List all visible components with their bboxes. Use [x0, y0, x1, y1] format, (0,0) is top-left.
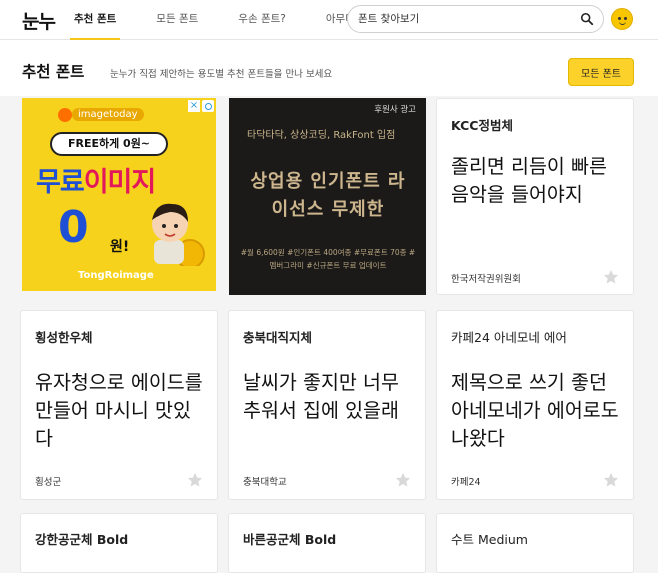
font-card[interactable]: 횡성한우체 유자청으로 에이드를 만들어 마시니 맛있다 횡성군	[20, 310, 218, 500]
ad-pill-text: FREE하게 0원~	[50, 132, 168, 156]
font-name: 바른공군체 Bold	[243, 532, 337, 547]
ad2-hashtags: #월 6,600원 #인기폰트 400여종 #무료폰트 70종 #멤버그라미 #…	[240, 248, 416, 270]
font-name: 횡성한우체	[35, 330, 93, 345]
ad-brand-footer: TongRoimage	[78, 270, 154, 281]
ad2-line1: 타닥타닥, 상상코딩, RakFont 입점	[247, 130, 396, 141]
ad-banner-imagetoday[interactable]: imagetoday × FREE하게 0원~ 무료이미지 0 원! TongR…	[22, 98, 216, 291]
section-header: 추천 폰트 눈누가 직접 제안하는 용도별 추천 폰트들을 만나 보세요 모든 …	[0, 40, 658, 96]
font-name: 카페24 아네모네 에어	[451, 330, 567, 345]
ad-headline-free: 무료	[36, 167, 85, 198]
font-card[interactable]: 수트 Medium	[436, 513, 634, 573]
font-card[interactable]: 바른공군체 Bold	[228, 513, 426, 573]
font-maker: 카페24	[451, 477, 481, 488]
adchoices-icon[interactable]	[202, 100, 214, 112]
nav-handwriting-fonts[interactable]: 우손 폰트?	[234, 0, 290, 40]
star-icon[interactable]	[395, 472, 411, 488]
top-bar: 눈누 추천 폰트 모든 폰트 우손 폰트? 아무디자인	[0, 0, 658, 40]
ad-banner-rakfont[interactable]: 후원사 광고 타닥타닥, 상상코딩, RakFont 입점 상업용 인기폰트 라…	[229, 98, 426, 295]
all-fonts-button[interactable]: 모든 폰트	[568, 58, 634, 86]
section-title: 추천 폰트	[22, 63, 85, 81]
ad-headline: 무료이미지	[36, 160, 157, 199]
font-name: 수트 Medium	[451, 532, 528, 547]
ad-headline-image: 이미지	[83, 167, 157, 198]
logo[interactable]: 눈누	[22, 7, 56, 34]
avatar[interactable]	[611, 8, 633, 30]
star-icon[interactable]	[603, 472, 619, 488]
font-maker: 횡성군	[35, 477, 62, 488]
font-card[interactable]: 카페24 아네모네 에어 제목으로 쓰기 좋던 아네모네가 에어로도 나왔다 카…	[436, 310, 634, 500]
brand-logo-icon	[58, 108, 72, 122]
search-icon[interactable]	[580, 12, 594, 26]
ad-brand: imagetoday	[72, 108, 144, 121]
font-name: 강한공군체 Bold	[35, 532, 129, 547]
ad2-headline: 상업용 인기폰트 라이선스 무제한	[250, 171, 406, 220]
font-card[interactable]: 충북대직지체 날씨가 좋지만 너무 추워서 집에 있을래 충북대학교	[228, 310, 426, 500]
star-icon[interactable]	[187, 472, 203, 488]
font-sample-text: 날씨가 좋지만 너무 추워서 집에 있을래	[243, 371, 399, 422]
cartoon-character-icon	[152, 203, 205, 266]
font-name: KCC정범체	[451, 118, 513, 133]
font-card[interactable]: KCC정범체 졸리면 리듬이 빠른 음악을 들어야지 한국저작권위원회	[436, 98, 634, 295]
section-subtitle: 눈누가 직접 제안하는 용도별 추천 폰트들을 만나 보세요	[110, 69, 333, 80]
ad-zero: 0	[58, 202, 89, 253]
font-maker: 한국저작권위원회	[451, 274, 521, 285]
nav-recommended-fonts[interactable]: 추천 폰트	[70, 0, 121, 40]
sponsor-tag: 후원사 광고	[374, 105, 416, 115]
search-box	[347, 5, 604, 33]
ad-close-icon[interactable]: ×	[188, 100, 200, 112]
font-card[interactable]: 강한공군체 Bold	[20, 513, 218, 573]
font-name: 충북대직지체	[243, 330, 313, 345]
font-maker: 충북대학교	[243, 477, 287, 488]
font-sample-text: 유자청으로 에이드를 만들어 마시니 맛있다	[35, 371, 203, 450]
nav-all-fonts[interactable]: 모든 폰트	[152, 0, 202, 40]
font-sample-text: 제목으로 쓰기 좋던 아네모네가 에어로도 나왔다	[451, 371, 619, 450]
ad-won: 원!	[110, 239, 130, 255]
font-sample-text: 졸리면 리듬이 빠른 음악을 들어야지	[451, 155, 607, 206]
search-input[interactable]	[358, 10, 568, 28]
star-icon[interactable]	[603, 269, 619, 285]
